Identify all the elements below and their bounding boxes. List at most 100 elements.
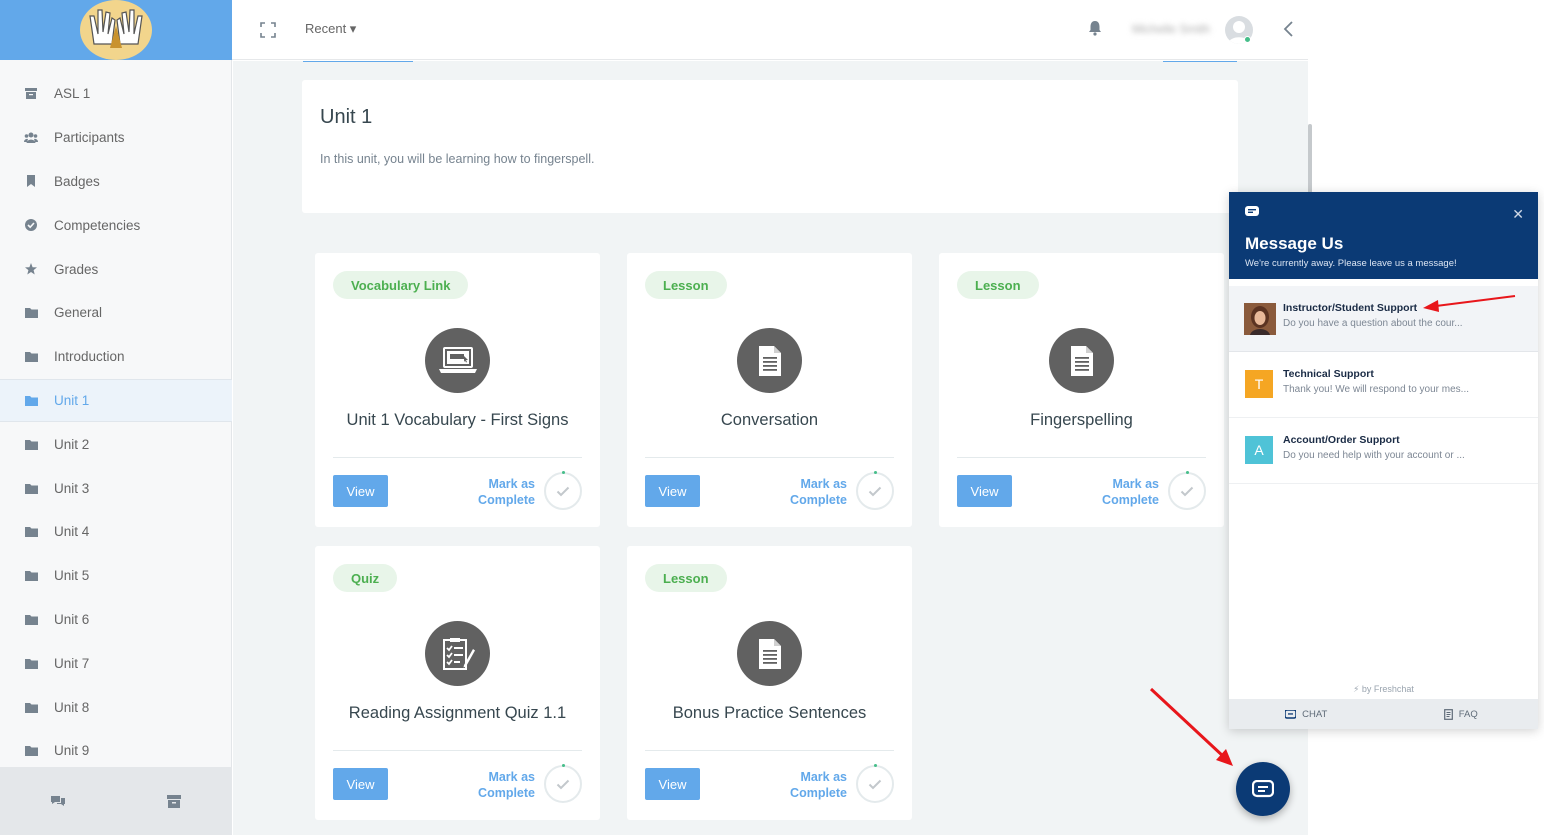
completion-toggle[interactable] <box>1168 471 1206 510</box>
chat-header: ✕ Message Us We're currently away. Pleas… <box>1229 192 1538 279</box>
folder-icon <box>24 481 38 495</box>
quiz-icon[interactable] <box>425 621 490 686</box>
sidebar-item-label: General <box>54 305 103 321</box>
activity-card: Lesson Fingerspelling View Mark as Complete <box>939 253 1224 527</box>
hands-logo-icon <box>89 9 143 48</box>
channel-description: Do you have a question about the cour... <box>1283 318 1463 329</box>
top-navbar: Recent ▾ Michelle Smith <box>232 0 1308 60</box>
tab-faq[interactable]: FAQ <box>1384 699 1539 729</box>
document-icon[interactable] <box>1049 328 1114 393</box>
completion-toggle[interactable] <box>544 471 582 510</box>
sidebar-item-unit-7[interactable]: Unit 7 <box>0 641 232 685</box>
folder-icon <box>24 393 38 407</box>
faq-document-icon <box>1443 708 1453 720</box>
sidebar-item-unit-4[interactable]: Unit 4 <box>0 510 232 554</box>
comments-icon <box>51 796 65 806</box>
activity-title[interactable]: Reading Assignment Quiz 1.1 <box>315 704 600 723</box>
activity-type-badge: Vocabulary Link <box>333 271 469 299</box>
sidebar-item-label: Badges <box>54 173 100 189</box>
folder-icon <box>24 569 38 583</box>
view-button[interactable]: View <box>645 475 700 507</box>
notifications-button[interactable] <box>1088 20 1104 38</box>
mark-label-line2: Complete <box>790 786 847 800</box>
site-logo[interactable] <box>80 0 152 60</box>
folder-icon <box>24 350 38 364</box>
sidebar-item-asl-1[interactable]: ASL 1 <box>0 72 232 116</box>
mark-as-complete-link[interactable]: Mark as Complete <box>777 769 847 801</box>
archive-button[interactable] <box>154 781 194 821</box>
recent-dropdown[interactable]: Recent ▾ <box>305 21 356 37</box>
sidebar-item-label: Unit 1 <box>54 392 90 408</box>
sidebar-item-introduction[interactable]: Introduction <box>0 335 232 379</box>
sidebar-item-unit-5[interactable]: Unit 5 <box>0 554 232 598</box>
channel-instructor-support[interactable]: Instructor/Student Support Do you have a… <box>1229 286 1538 352</box>
folder-icon <box>24 700 38 714</box>
channel-name: Instructor/Student Support <box>1283 302 1418 314</box>
messages-button[interactable] <box>38 781 78 821</box>
sidebar-item-badges[interactable]: Badges <box>0 160 232 204</box>
next-section-button-edge[interactable] <box>1163 61 1237 62</box>
activity-type-badge: Lesson <box>645 271 727 299</box>
bolt-icon: ⚡ <box>1353 684 1360 694</box>
sidebar-item-label: Competencies <box>54 217 141 233</box>
logo-bar <box>0 0 232 60</box>
sidebar-item-general[interactable]: General <box>0 291 232 335</box>
sidebar-item-label: ASL 1 <box>54 86 91 102</box>
sidebar-item-unit-6[interactable]: Unit 6 <box>0 598 232 642</box>
sidebar-item-unit-1[interactable]: Unit 1 <box>0 378 232 423</box>
channel-technical-support[interactable]: T Technical Support Thank you! We will r… <box>1229 352 1538 418</box>
view-button[interactable]: View <box>645 768 700 800</box>
checkmark-icon <box>556 486 570 496</box>
page-scrollbar[interactable] <box>1308 124 1312 194</box>
card-divider <box>957 457 1206 458</box>
document-icon[interactable] <box>737 328 802 393</box>
mark-as-complete-link[interactable]: Mark as Complete <box>1089 476 1159 508</box>
mark-as-complete-link[interactable]: Mark as Complete <box>465 769 535 801</box>
completion-toggle[interactable] <box>856 764 894 803</box>
activity-title[interactable]: Conversation <box>627 411 912 430</box>
sidebar-item-grades[interactable]: Grades <box>0 247 232 291</box>
mark-label-line1: Mark as <box>800 477 847 491</box>
tab-chat-label: CHAT <box>1302 708 1328 720</box>
folder-icon <box>24 744 38 758</box>
tab-faq-label: FAQ <box>1458 708 1478 720</box>
sidebar-item-unit-8[interactable]: Unit 8 <box>0 685 232 729</box>
channel-description: Thank you! We will respond to your mes..… <box>1283 384 1470 395</box>
card-divider <box>645 750 894 751</box>
unit-title: Unit 1 <box>320 106 373 128</box>
mark-as-complete-link[interactable]: Mark as Complete <box>777 476 847 508</box>
chevron-left-icon <box>1283 21 1293 37</box>
activity-title[interactable]: Bonus Practice Sentences <box>627 704 912 723</box>
channel-name: Technical Support <box>1283 368 1374 380</box>
channel-account-support[interactable]: A Account/Order Support Do you need help… <box>1229 418 1538 484</box>
activity-title[interactable]: Unit 1 Vocabulary - First Signs <box>315 411 600 430</box>
completion-toggle[interactable] <box>544 764 582 803</box>
prev-section-button-edge[interactable] <box>303 61 413 62</box>
powered-by[interactable]: ⚡ by Freshchat <box>1229 684 1538 695</box>
view-button[interactable]: View <box>957 475 1012 507</box>
toggle-right-panel-button[interactable] <box>1282 20 1294 38</box>
activity-title[interactable]: Fingerspelling <box>939 411 1224 430</box>
document-icon[interactable] <box>737 621 802 686</box>
user-name[interactable]: Michelle Smith <box>1132 22 1210 36</box>
sidebar-item-unit-3[interactable]: Unit 3 <box>0 466 232 510</box>
tab-chat[interactable]: CHAT <box>1229 699 1384 729</box>
chat-launcher-button[interactable] <box>1236 762 1290 816</box>
sidebar-item-participants[interactable]: Participants <box>0 116 232 160</box>
fullscreen-button[interactable] <box>260 22 276 38</box>
sidebar-item-competencies[interactable]: Competencies <box>0 203 232 247</box>
view-button[interactable]: View <box>333 475 388 507</box>
chat-close-button[interactable]: ✕ <box>1512 206 1524 223</box>
laptop-icon[interactable] <box>425 328 490 393</box>
sidebar-item-unit-2[interactable]: Unit 2 <box>0 422 232 466</box>
activity-card: Quiz Reading Assignment Quiz 1.1 View Mark … <box>315 546 600 820</box>
activity-card: Lesson Conversation View Mark as Complete <box>627 253 912 527</box>
channel-name: Account/Order Support <box>1283 434 1400 446</box>
online-status-dot <box>1244 36 1251 43</box>
card-divider <box>333 457 582 458</box>
completion-toggle[interactable] <box>856 471 894 510</box>
mark-as-complete-link[interactable]: Mark as Complete <box>465 476 535 508</box>
sidebar-item-label: Introduction <box>54 349 125 365</box>
chat-tabs: CHAT FAQ <box>1229 699 1538 729</box>
view-button[interactable]: View <box>333 768 388 800</box>
